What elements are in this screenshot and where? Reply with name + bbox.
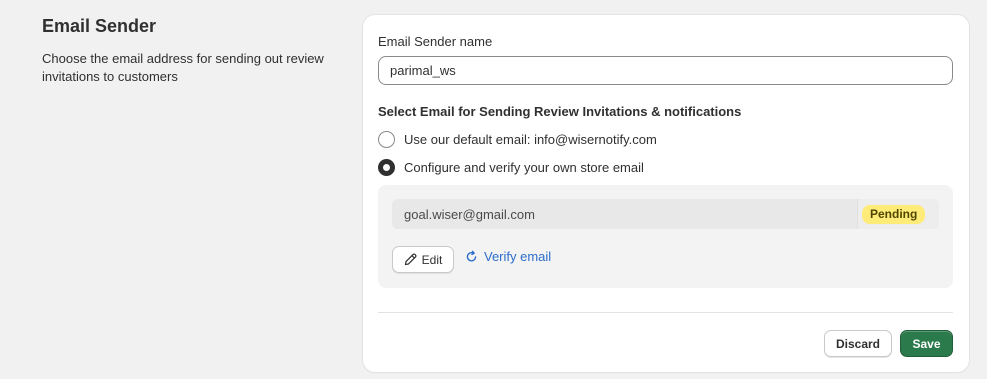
own-email-label: Configure and verify your own store emai… <box>404 160 644 175</box>
sender-name-label: Email Sender name <box>378 34 493 49</box>
own-email-option[interactable]: Configure and verify your own store emai… <box>378 159 644 176</box>
refresh-icon <box>466 250 477 262</box>
email-choice-title: Select Email for Sending Review Invitati… <box>378 104 742 119</box>
default-email-option[interactable]: Use our default email: info@wisernotify.… <box>378 131 657 148</box>
verify-email-link[interactable]: Verify email <box>465 249 551 264</box>
divider <box>378 312 953 313</box>
section-title: Email Sender <box>42 16 157 36</box>
status-area: Pending <box>857 199 939 229</box>
own-email-radio[interactable] <box>378 159 395 176</box>
custom-email-field: goal.wiser@gmail.com Pending <box>392 199 939 229</box>
default-email-radio[interactable] <box>378 131 395 148</box>
verify-email-label: Verify email <box>484 249 552 264</box>
section-description: Choose the email address for sending out… <box>42 51 324 84</box>
discard-button[interactable]: Discard <box>824 330 892 357</box>
status-badge: Pending <box>862 205 926 224</box>
default-email-label: Use our default email: info@wisernotify.… <box>404 132 657 147</box>
section-header: Email Sender Choose the email address fo… <box>42 14 352 86</box>
custom-email-value: goal.wiser@gmail.com <box>404 207 535 222</box>
edit-button-label: Edit <box>421 252 443 267</box>
sender-name-input[interactable] <box>378 56 953 85</box>
edit-button[interactable]: Edit <box>392 246 454 273</box>
pencil-icon <box>404 253 417 266</box>
email-sender-card: Email Sender name Select Email for Sendi… <box>363 15 969 372</box>
custom-email-panel: goal.wiser@gmail.com Pending Edit Verify… <box>378 185 953 288</box>
save-button[interactable]: Save <box>900 330 953 357</box>
